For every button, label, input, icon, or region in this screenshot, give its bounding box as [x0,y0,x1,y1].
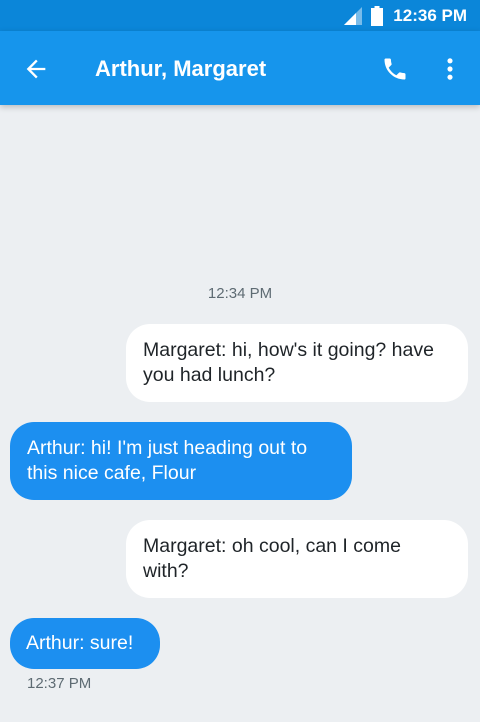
timestamp-last: 12:37 PM [27,675,92,692]
signal-icon [344,6,363,25]
status-bar: 12:36 PM [0,0,480,31]
app-bar: Arthur, Margaret [0,31,480,105]
conversation-title: Arthur, Margaret [95,56,267,81]
message-bubble-incoming[interactable]: Margaret: hi, how's it going? have you h… [126,324,468,402]
back-arrow-icon[interactable] [22,55,50,83]
message-bubble-outgoing[interactable]: Arthur: hi! I'm just heading out to this… [10,422,352,500]
phone-icon[interactable] [381,55,409,83]
timestamp-top: 12:34 PM [207,285,273,302]
message-thread[interactable]: 12:34 PM Margaret: hi, how's it going? h… [0,105,480,722]
status-time: 12:36 PM [393,5,467,25]
more-vert-icon[interactable] [436,55,464,83]
message-bubble-outgoing[interactable]: Arthur: sure! [10,618,160,669]
message-bubble-incoming[interactable]: Margaret: oh cool, can I come with? [126,520,468,598]
battery-icon [371,5,384,26]
